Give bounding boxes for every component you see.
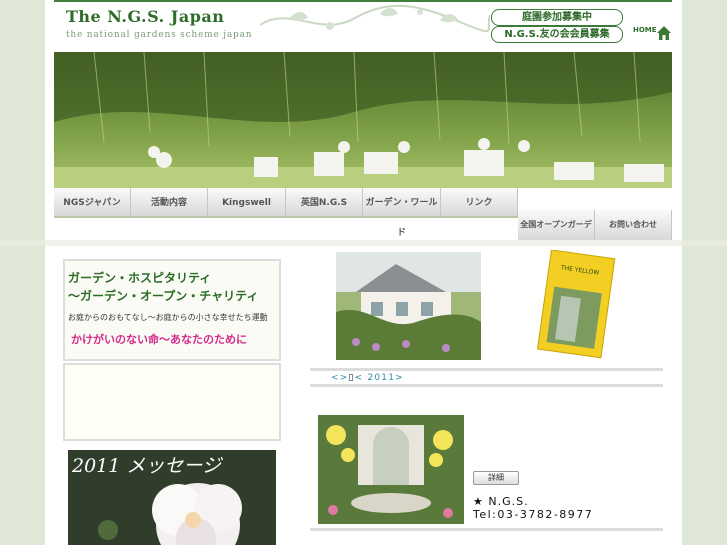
yellow-book-cover[interactable]: THE YELLOW (536, 249, 618, 360)
house-garden-photo (336, 252, 481, 360)
content-top-shade (45, 240, 682, 246)
contact-org: ★ N.G.S. (473, 495, 529, 508)
news-links: <>▯< 2011> (331, 373, 404, 383)
message-2011-title: 2011 メッセージ (72, 455, 222, 477)
nav-links[interactable]: リンク (441, 188, 518, 218)
link-open-garden-end[interactable]: > (340, 373, 349, 383)
nav-uk-ngs[interactable]: 英国N.G.S (286, 188, 363, 218)
vine-ornament (260, 4, 490, 33)
link-yellow-book-2011[interactable]: < 2011 (355, 373, 396, 383)
hospitality-pink-slogan: かけがいのない命〜あなたのために (71, 333, 247, 346)
contact-phone: Tel:03-3782-8977 (473, 508, 594, 521)
nav-open-gardens[interactable]: 全国オープンガーデン (518, 210, 595, 259)
hospitality-title: ガーデン・ホスピタリティ (68, 271, 212, 285)
link-yellow-book-end[interactable]: > (395, 373, 404, 383)
nav-kingswell[interactable]: Kingswell (208, 188, 286, 218)
site-logo-title[interactable]: The N.G.S. Japan (66, 7, 224, 26)
nav-ngs-japan[interactable]: NGSジャパン (54, 188, 131, 218)
rose-garden-photo (318, 415, 464, 524)
hero-garden-photo (54, 52, 672, 188)
nav-activities[interactable]: 活動内容 (131, 188, 208, 218)
friends-membership-button[interactable]: N.G.S.友の会会員募集 (491, 26, 623, 43)
site-logo-subtitle: the national gardens scheme japan (66, 30, 253, 40)
home-link[interactable]: HOME (633, 26, 657, 34)
divider-top (310, 368, 663, 371)
notice-box (63, 363, 281, 441)
hospitality-tagline: お庭からのおもてなし〜お庭からの小さな幸せたち運動 (68, 313, 268, 322)
details-button[interactable]: 詳細 (473, 471, 519, 485)
link-open-garden[interactable]: < (331, 373, 340, 383)
divider-mid (310, 384, 663, 387)
nav-contact[interactable]: お問い合わせ (595, 210, 672, 240)
garden-recruit-button[interactable]: 庭園参加募集中 (491, 9, 623, 26)
nav-garden-world[interactable]: ガーデン・ワールド (363, 188, 441, 238)
hospitality-subtitle: 〜ガーデン・オープン・チャリティ (68, 289, 259, 303)
home-icon[interactable] (656, 25, 672, 41)
divider-bottom (310, 528, 663, 531)
